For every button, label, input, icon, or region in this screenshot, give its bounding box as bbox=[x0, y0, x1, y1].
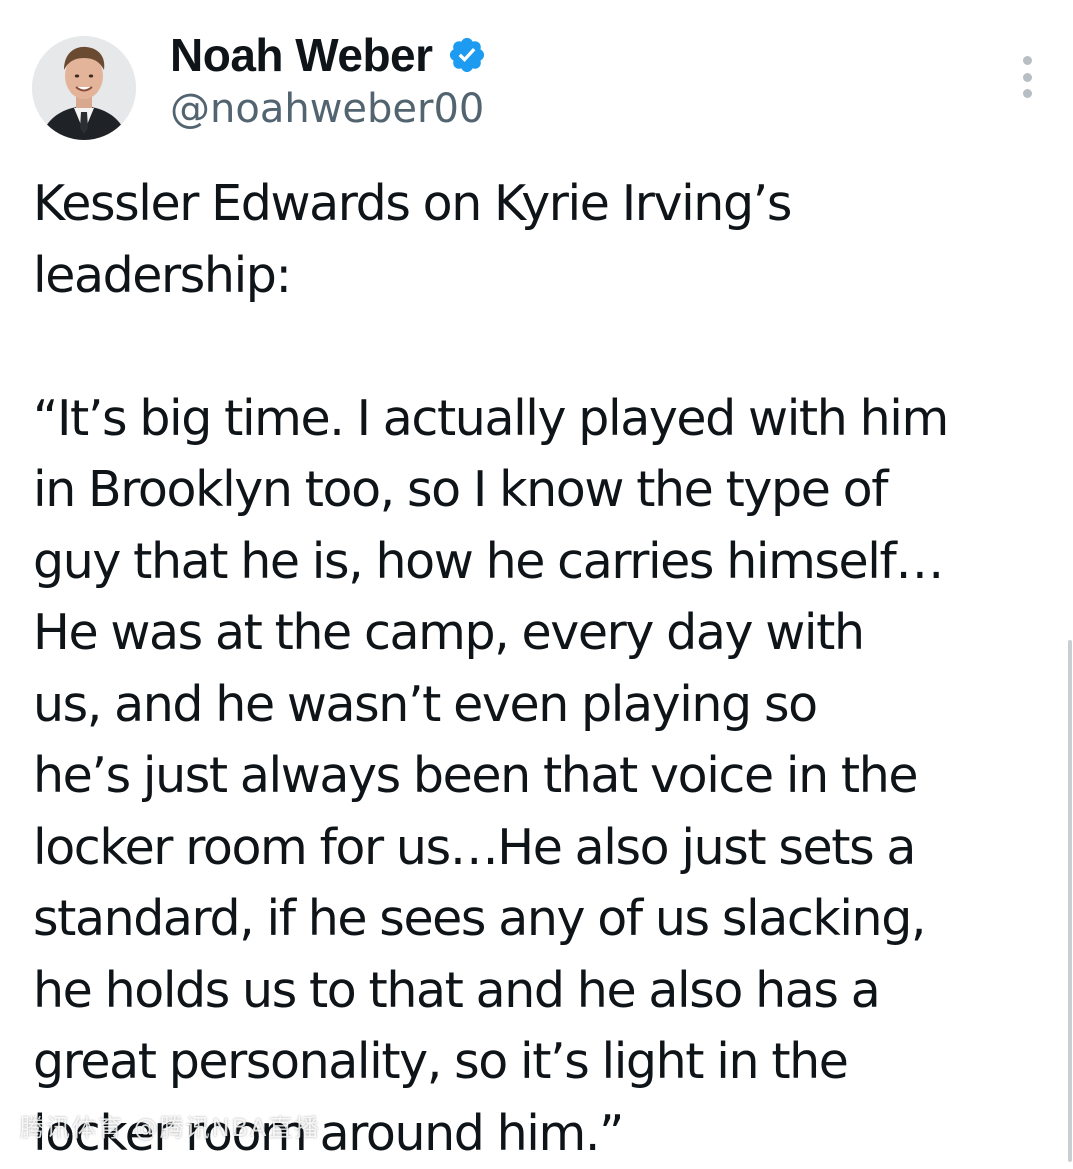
tweet-body: Kessler Edwards on Kyrie Irving’s leader… bbox=[33, 168, 1033, 1169]
tweet-line: he holds us to that and he also has a bbox=[33, 955, 1033, 1027]
tweet-line: in Brooklyn too, so I know the type of bbox=[33, 454, 1033, 526]
verified-badge-icon bbox=[447, 35, 487, 75]
author-display-name[interactable]: Noah Weber bbox=[170, 28, 433, 82]
dot bbox=[1023, 73, 1032, 82]
dot bbox=[1023, 89, 1032, 98]
author-name-row: Noah Weber bbox=[170, 26, 487, 84]
tweet-line: leadership: bbox=[33, 240, 1033, 312]
profile-photo-icon bbox=[32, 36, 136, 140]
avatar[interactable] bbox=[32, 36, 136, 140]
scrollbar[interactable] bbox=[1068, 640, 1072, 1162]
tweet-blank-line bbox=[33, 311, 1033, 383]
tweet-line: “It’s big time. I actually played with h… bbox=[33, 383, 1033, 455]
author-handle[interactable]: @noahweber00 bbox=[170, 86, 484, 132]
dot bbox=[1023, 56, 1032, 65]
tweet-line: standard, if he sees any of us slacking, bbox=[33, 883, 1033, 955]
tweet-line: us, and he wasn’t even playing so bbox=[33, 669, 1033, 741]
tweet-line: Kessler Edwards on Kyrie Irving’s bbox=[33, 168, 1033, 240]
tweet-line: great personality, so it’s light in the bbox=[33, 1026, 1033, 1098]
watermark: 腾讯体育 @腾讯NBA直播 bbox=[20, 1108, 320, 1143]
tweet-line: locker room for us…He also just sets a bbox=[33, 812, 1033, 884]
more-options-icon[interactable] bbox=[1010, 56, 1044, 98]
tweet-line: he’s just always been that voice in the bbox=[33, 740, 1033, 812]
tweet-header: Noah Weber @noahweber00 bbox=[0, 0, 1073, 160]
tweet-line: guy that he is, how he carries himself… bbox=[33, 526, 1033, 598]
tweet-line: He was at the camp, every day with bbox=[33, 597, 1033, 669]
